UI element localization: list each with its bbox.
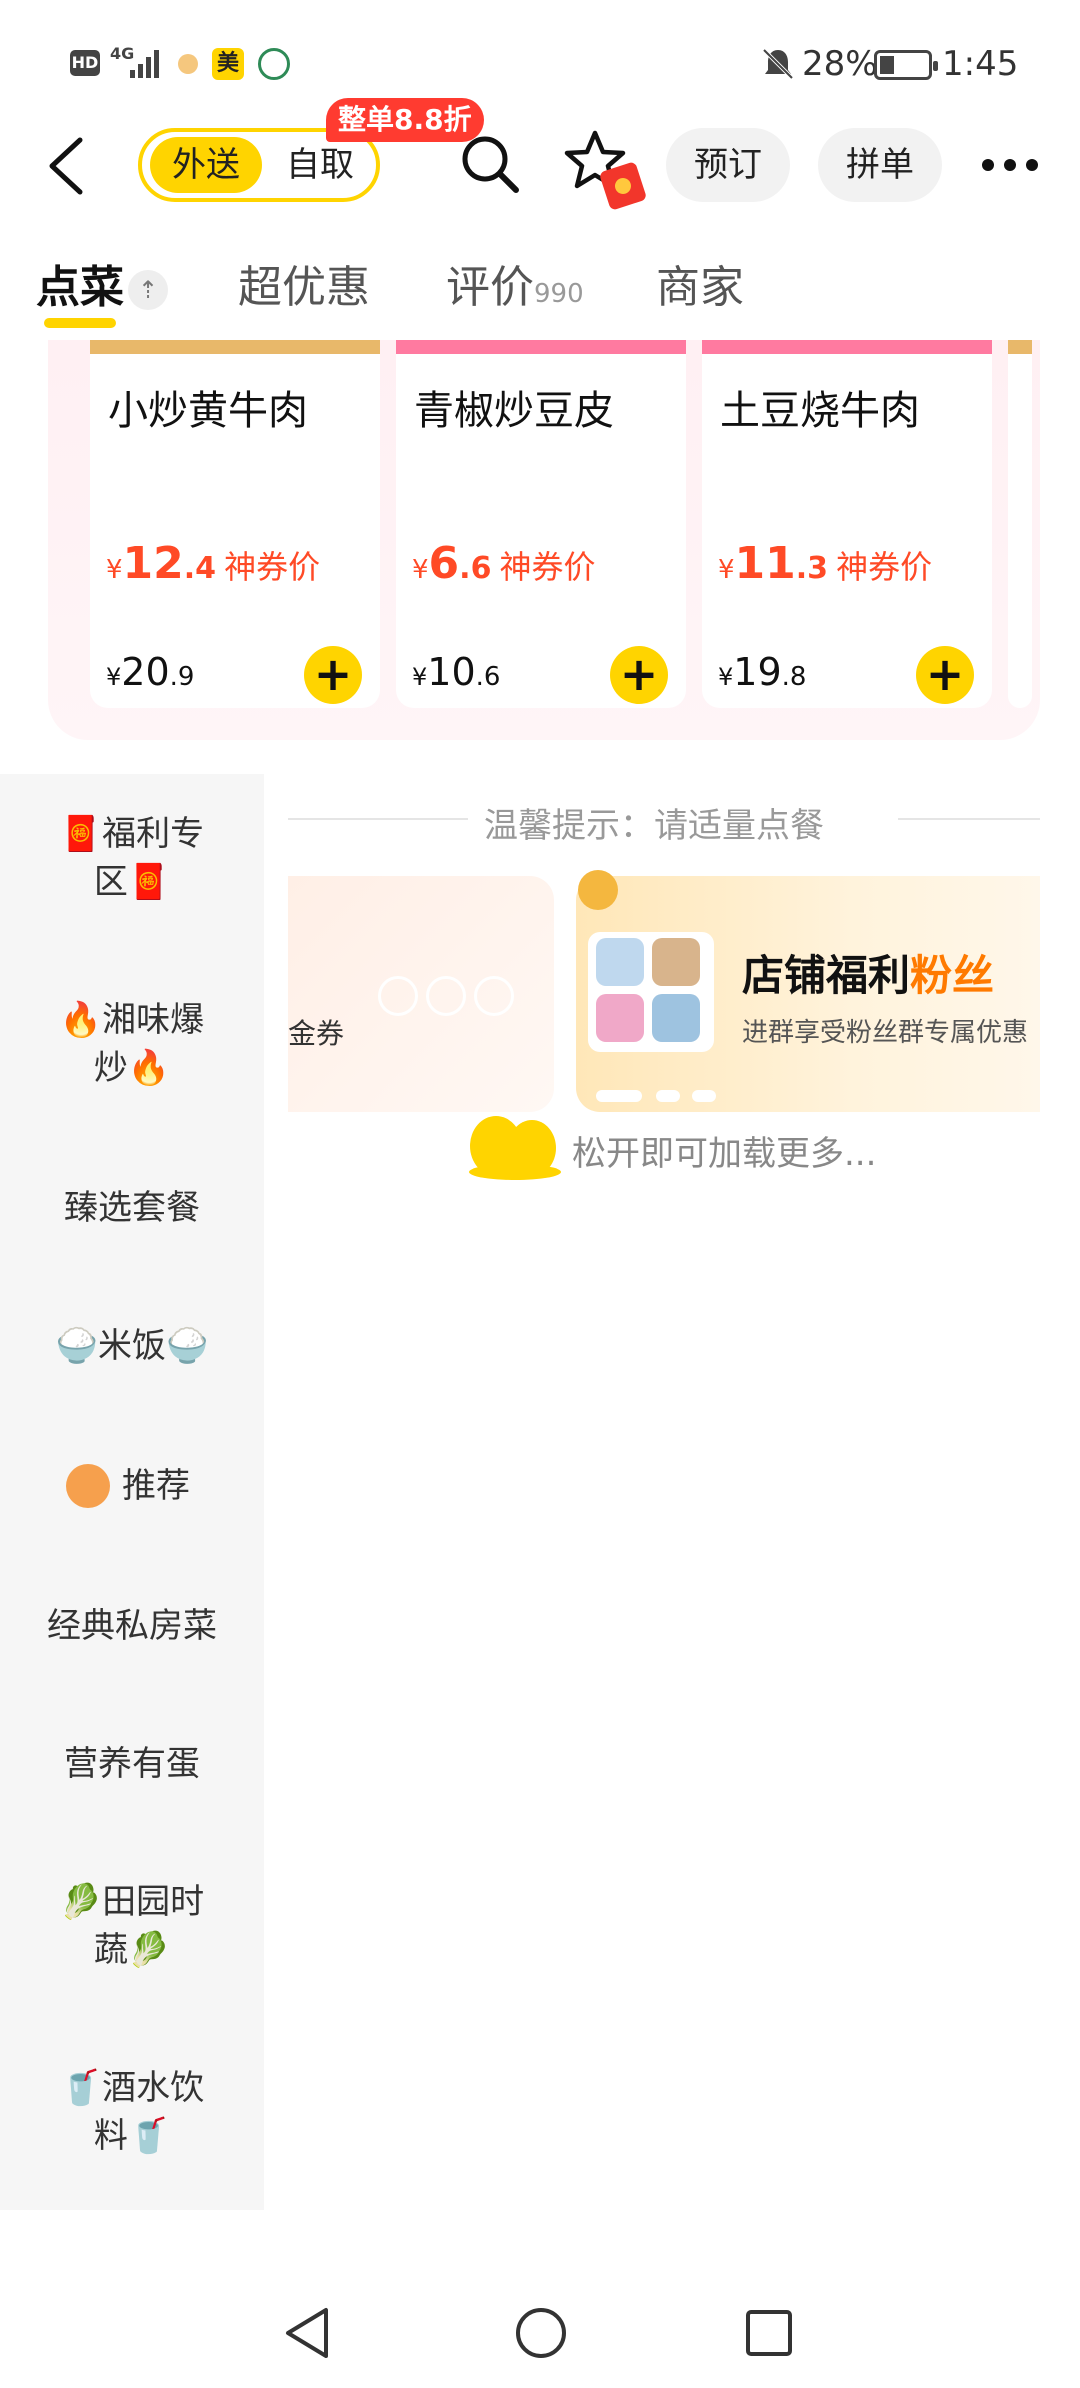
- review-count: 990: [534, 279, 584, 309]
- category-item-signature[interactable]: 经典私房菜: [0, 1602, 264, 1650]
- category-label: 推荐: [122, 1466, 190, 1506]
- battery-icon: [874, 50, 938, 80]
- carousel-ring: [426, 976, 466, 1016]
- avatar: [652, 938, 700, 986]
- original-price: ¥20.9: [106, 650, 195, 694]
- avatar: [652, 994, 700, 1042]
- category-label: 炒🔥: [93, 1048, 171, 1088]
- fan-group-banner[interactable]: 店铺福利粉丝 进群享受粉丝群专属优惠: [576, 870, 1040, 1112]
- category-label: 臻选套餐: [64, 1188, 200, 1228]
- carousel-dot: [692, 1090, 716, 1102]
- avatar: [596, 994, 644, 1042]
- category-item-rice[interactable]: 🍚米饭🍚: [0, 1322, 264, 1370]
- avatar: [596, 938, 644, 986]
- category-item-vegetables[interactable]: 🥬田园时蔬🥬: [0, 1878, 264, 1974]
- meituan-badge-icon: 美: [212, 48, 244, 80]
- reserve-button[interactable]: 预订: [666, 128, 790, 202]
- banner-title-main: 店铺福利: [742, 951, 911, 1000]
- tab-order[interactable]: 点菜: [36, 258, 124, 318]
- carousel-ring: [474, 976, 514, 1016]
- original-price: ¥10.6: [412, 650, 501, 694]
- category-label: 🥬田园时: [59, 1882, 205, 1922]
- dish-card[interactable]: 土豆烧牛肉 ¥11.3 神券价 ¥19.8 +: [702, 340, 992, 708]
- dish-card[interactable]: 小炒黄牛肉 ¥12.4 神券价 ¥20.9 +: [90, 340, 380, 708]
- coupon-price: ¥6.6 神券价: [412, 538, 596, 589]
- category-item-set-meal[interactable]: 臻选套餐: [0, 1184, 264, 1232]
- tab-active-indicator: [44, 318, 116, 328]
- tip-divider-right: [898, 818, 1040, 820]
- app-notification-icon: [178, 54, 198, 74]
- dish-name: 土豆烧牛肉: [720, 388, 920, 434]
- tip-divider-left: [288, 818, 468, 820]
- vpn-icon: [258, 48, 290, 80]
- coupon-price: ¥11.3 神券价: [718, 538, 933, 589]
- search-icon[interactable]: [458, 132, 522, 196]
- add-to-cart-button[interactable]: +: [304, 646, 362, 704]
- category-item-recommend[interactable]: 推荐: [0, 1462, 264, 1510]
- dish-name: 小炒黄牛肉: [108, 388, 308, 434]
- nav-recents-icon[interactable]: [744, 2308, 794, 2358]
- coupon-price: ¥12.4 神券价: [106, 538, 321, 589]
- clock: 1:45: [942, 44, 1019, 84]
- category-label: 料🥤: [93, 2116, 171, 2156]
- carousel-dot-active: [596, 1090, 642, 1102]
- banner-subtitle: 进群享受粉丝群专属优惠: [742, 1018, 1029, 1048]
- category-label: 营养有蛋: [64, 1744, 200, 1784]
- nav-home-icon[interactable]: [514, 2306, 568, 2360]
- banner-title-highlight: 粉丝: [910, 951, 995, 1000]
- card-header-strip: [702, 340, 992, 354]
- group-order-button[interactable]: 拼单: [818, 128, 942, 202]
- status-bar: HD 4G 美 28% 1:45: [0, 0, 1080, 120]
- category-item-welfare[interactable]: 🧧福利专区🧧: [0, 810, 264, 906]
- category-sidebar: 🧧福利专区🧧 🔥湘味爆炒🔥 臻选套餐 🍚米饭🍚 推荐 经典私房菜 营养有蛋 🥬田…: [0, 774, 264, 2210]
- category-label: 🧧福利专: [59, 814, 205, 854]
- coupon-partial-text: 金券: [288, 1017, 345, 1050]
- more-icon[interactable]: [980, 150, 1040, 180]
- tab-merchant[interactable]: 商家: [656, 258, 744, 318]
- delivery-option[interactable]: 外送: [150, 137, 262, 193]
- category-label: 区🧧: [93, 862, 171, 902]
- load-more-hint: 松开即可加载更多...: [572, 1134, 877, 1174]
- category-label: 🍚米饭🍚: [55, 1326, 209, 1366]
- card-header-strip: [90, 340, 380, 354]
- carousel-dot: [656, 1090, 680, 1102]
- tab-reviews[interactable]: 评价990: [446, 258, 584, 318]
- banner-balloon-icon: [578, 870, 618, 910]
- category-label: 🥤酒水饮: [59, 2068, 205, 2108]
- dish-card-partial[interactable]: [1008, 340, 1032, 708]
- recommend-icon: [66, 1464, 110, 1508]
- category-label: 蔬🥬: [93, 1930, 171, 1970]
- tab-reviews-label: 评价: [446, 262, 534, 313]
- pickup-option[interactable]: 自取: [270, 137, 370, 193]
- card-header-strip: [1008, 340, 1032, 354]
- category-item-egg[interactable]: 营养有蛋: [0, 1740, 264, 1788]
- category-item-drinks[interactable]: 🥤酒水饮料🥤: [0, 2064, 264, 2160]
- mute-bell-icon: [762, 48, 794, 80]
- banner-title: 店铺福利粉丝: [742, 942, 994, 1003]
- dish-card[interactable]: 青椒炒豆皮 ¥6.6 神券价 ¥10.6 +: [396, 340, 686, 708]
- signal-icon: [130, 50, 159, 78]
- dish-name: 青椒炒豆皮: [414, 388, 614, 434]
- card-header-strip: [396, 340, 686, 354]
- hd-badge: HD: [70, 50, 100, 76]
- pull-mascot-icon: [469, 1116, 561, 1180]
- avatar-group: [588, 932, 714, 1052]
- battery-percent: 28%: [802, 44, 878, 84]
- system-nav-bar: [0, 2276, 1080, 2388]
- add-to-cart-button[interactable]: +: [610, 646, 668, 704]
- original-price: ¥19.8: [718, 650, 807, 694]
- category-item-hunan-stirfry[interactable]: 🔥湘味爆炒🔥: [0, 996, 264, 1092]
- category-label: 经典私房菜: [47, 1606, 217, 1646]
- carousel-ring: [378, 976, 418, 1016]
- tab-deals[interactable]: 超优惠: [238, 258, 370, 318]
- back-icon[interactable]: [44, 134, 90, 198]
- scroll-top-icon[interactable]: ⇡: [128, 270, 168, 310]
- add-to-cart-button[interactable]: +: [916, 646, 974, 704]
- category-label: 🔥湘味爆: [59, 1000, 205, 1040]
- order-tip: 温馨提示：请适量点餐: [484, 806, 824, 846]
- coupon-banner[interactable]: 金券: [288, 876, 554, 1112]
- nav-back-icon[interactable]: [282, 2306, 332, 2360]
